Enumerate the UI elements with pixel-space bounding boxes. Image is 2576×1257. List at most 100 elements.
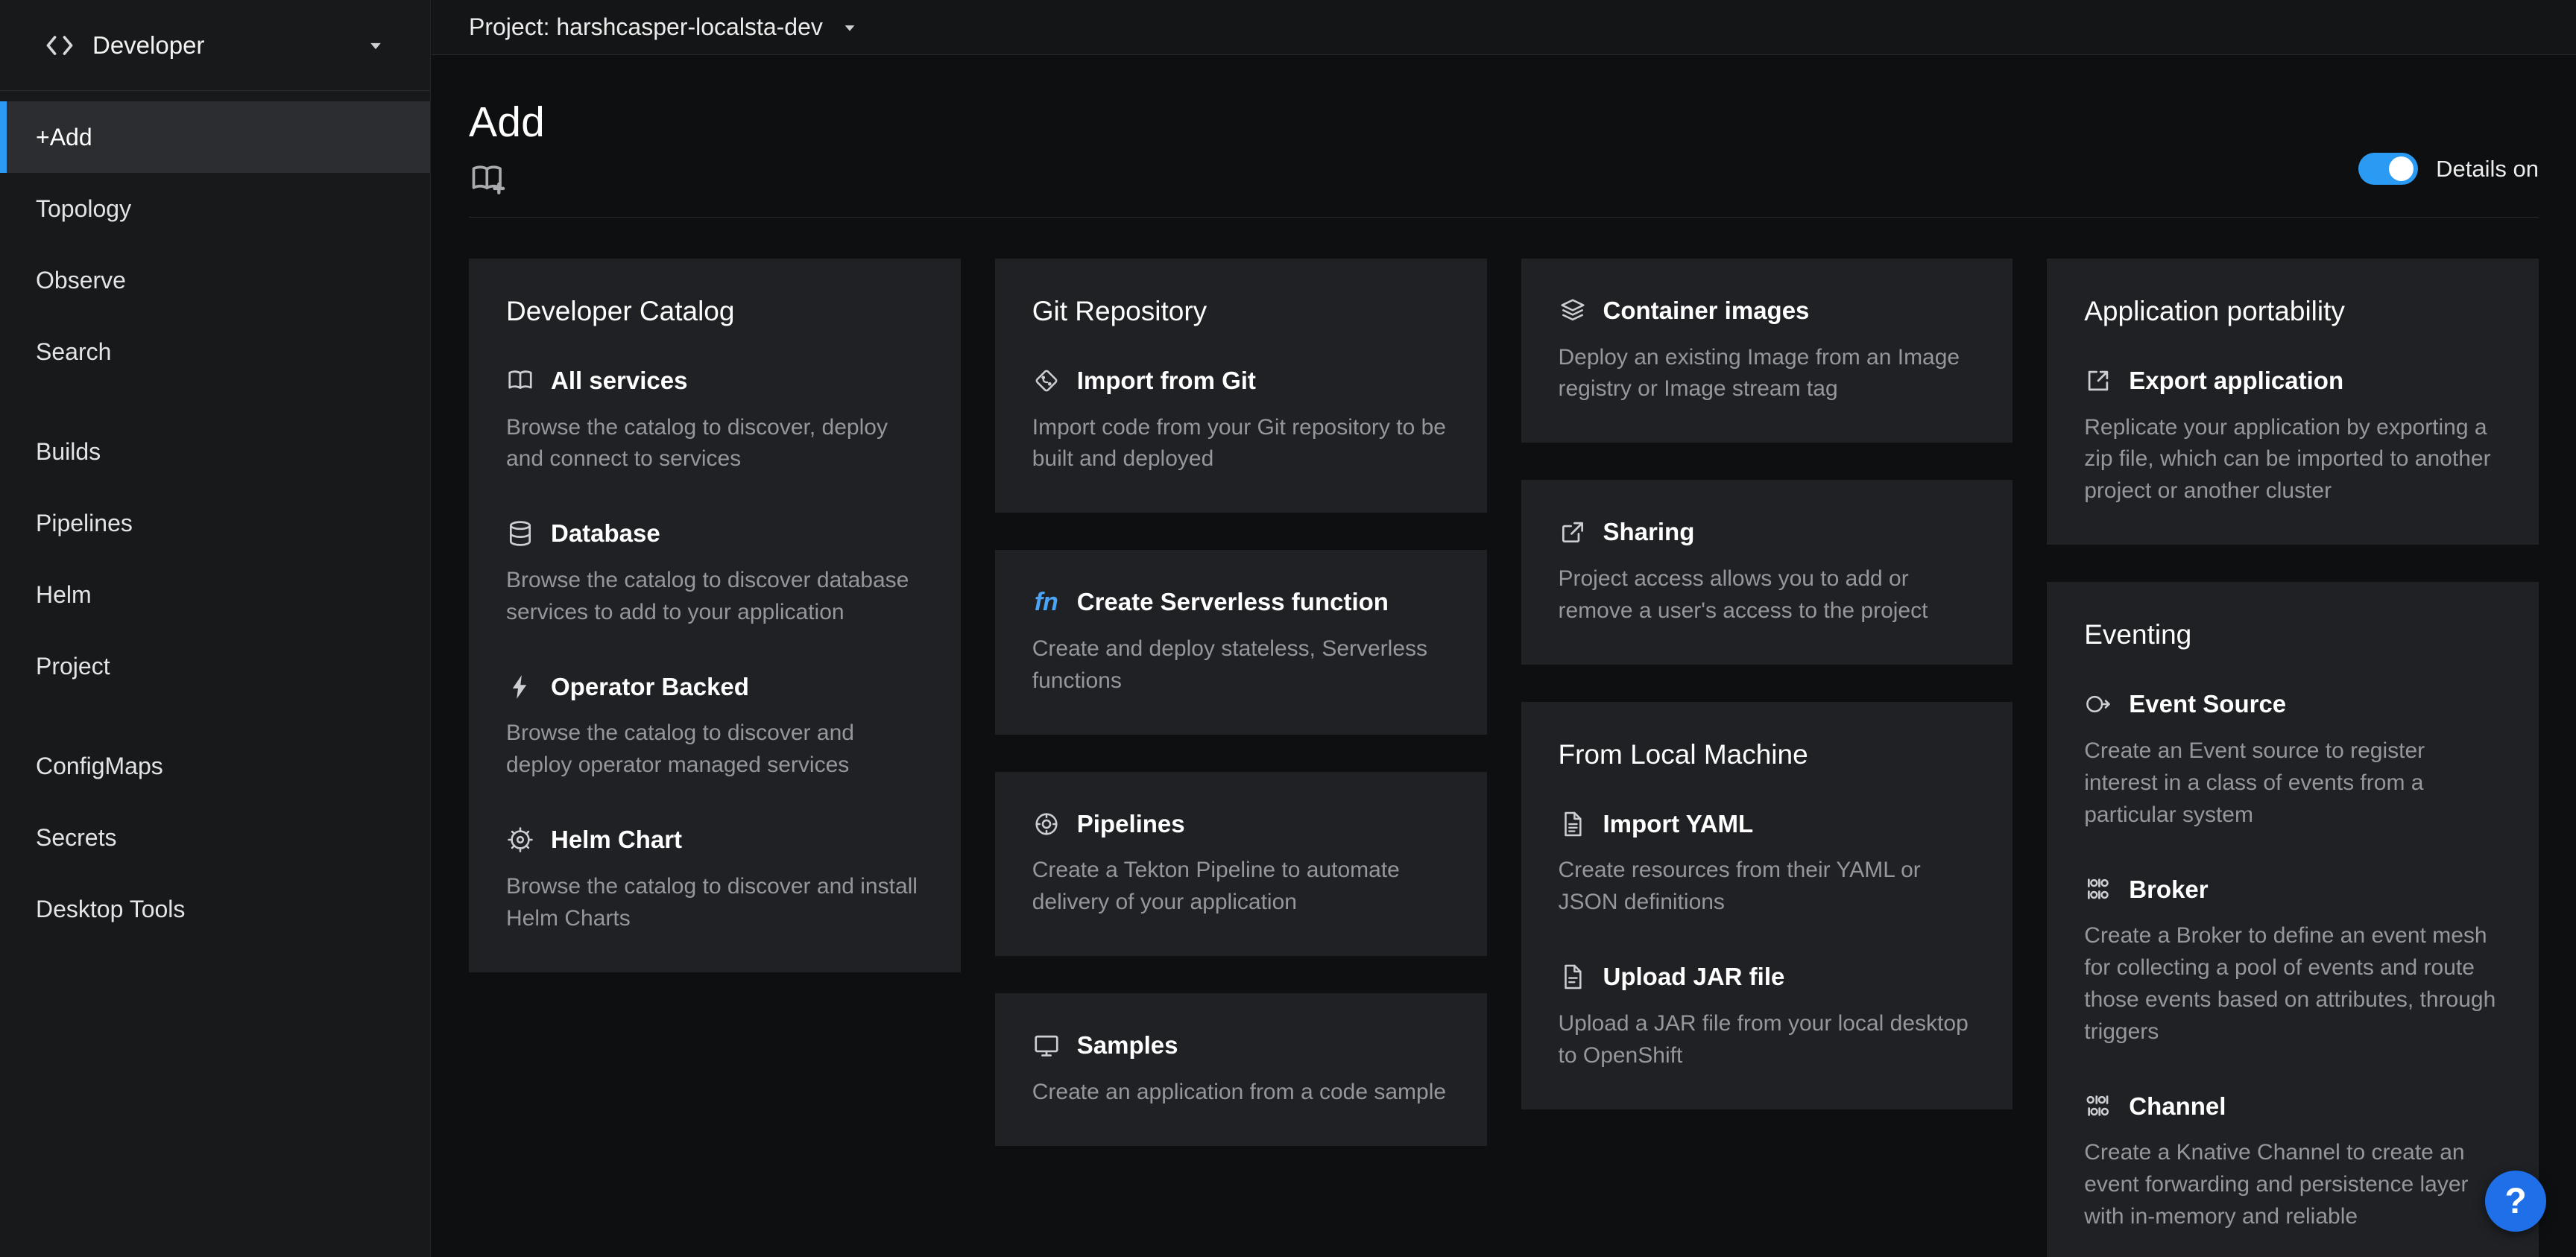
details-toggle[interactable] (2358, 153, 2418, 185)
grid-column-3: Container images Deploy an existing Imag… (1521, 259, 2013, 1109)
share-icon (1559, 518, 1587, 546)
tile-samples[interactable]: Samples Create an application from a cod… (1032, 1030, 1450, 1108)
tile-container-images[interactable]: Container images Deploy an existing Imag… (1559, 296, 1976, 405)
card-git-repository: Git Repository Import from Git Import co… (995, 259, 1487, 513)
sidebar-item-add[interactable]: +Add (0, 101, 430, 173)
tile-title: Import from Git (1077, 366, 1256, 396)
sidebar-item-helm[interactable]: Helm (0, 559, 430, 630)
tile-all-services[interactable]: All services Browse the catalog to disco… (506, 366, 924, 475)
tile-title: Create Serverless function (1077, 587, 1389, 617)
card-samples: Samples Create an application from a cod… (995, 993, 1487, 1145)
book-icon (506, 367, 534, 395)
git-icon (1032, 367, 1061, 395)
details-toggle-row: Details on (2358, 153, 2539, 185)
tile-description: Browse the catalog to discover, deploy a… (506, 412, 924, 476)
sidebar-item-builds[interactable]: Builds (0, 416, 430, 487)
card-title: Git Repository (1032, 296, 1450, 327)
add-page-grid: Developer Catalog All services Browse th… (469, 259, 2539, 1257)
event-source-icon (2084, 690, 2112, 718)
tile-title: Pipelines (1077, 809, 1185, 839)
tile-operator-backed[interactable]: Operator Backed Browse the catalog to di… (506, 672, 924, 782)
tile-description: Create and deploy stateless, Serverless … (1032, 633, 1450, 697)
help-button[interactable]: ? (2485, 1171, 2546, 1232)
tile-title: Export application (2129, 366, 2343, 396)
project-selector-label: Project: harshcasper-localsta-dev (469, 13, 823, 41)
sidebar-item-observe[interactable]: Observe (0, 244, 430, 316)
card-title: From Local Machine (1559, 739, 1976, 770)
sidebar-item-topology[interactable]: Topology (0, 173, 430, 244)
tile-title: Event Source (2129, 689, 2286, 719)
tile-description: Create an Event source to register inter… (2084, 735, 2501, 832)
tile-description: Browse the catalog to discover database … (506, 565, 924, 629)
tile-description: Browse the catalog to discover and deplo… (506, 718, 924, 782)
pipelines-icon (1032, 810, 1061, 838)
card-application-portability: Application portability Export applicati… (2047, 259, 2539, 545)
nav-group-1: +Add Topology Observe Search (0, 101, 430, 387)
tile-description: Upload a JAR file from your local deskto… (1559, 1008, 1976, 1072)
sidebar-item-pipelines[interactable]: Pipelines (0, 487, 430, 559)
tile-title: Import YAML (1603, 809, 1754, 839)
tile-title: All services (551, 366, 687, 396)
page-title: Add (469, 98, 2539, 147)
sidebar-item-secrets[interactable]: Secrets (0, 802, 430, 873)
grid-column-2: Git Repository Import from Git Import co… (995, 259, 1487, 1146)
sidebar-item-configmaps[interactable]: ConfigMaps (0, 730, 430, 802)
database-icon (506, 519, 534, 548)
help-button-label: ? (2504, 1181, 2526, 1222)
sidebar-item-project[interactable]: Project (0, 630, 430, 702)
bolt-icon (506, 673, 534, 701)
samples-icon (1032, 1031, 1061, 1060)
tile-title: Container images (1603, 296, 1810, 326)
card-title: Developer Catalog (506, 296, 924, 327)
nav-group-3: ConfigMaps Secrets Desktop Tools (0, 730, 430, 945)
caret-down-icon (839, 17, 860, 38)
openshift-console: Developer +Add Topology Observe Search B… (0, 0, 2576, 1257)
tile-broker[interactable]: Broker Create a Broker to define an even… (2084, 875, 2501, 1048)
project-selector[interactable]: Project: harshcasper-localsta-dev (469, 13, 860, 41)
tile-title: Broker (2129, 875, 2208, 905)
tile-create-serverless-function[interactable]: fn Create Serverless function Create and… (1032, 587, 1450, 697)
tile-helm-chart[interactable]: Helm Chart Browse the catalog to discove… (506, 825, 924, 934)
tile-description: Import code from your Git repository to … (1032, 412, 1450, 476)
helm-icon (506, 826, 534, 854)
tile-event-source[interactable]: Event Source Create an Event source to r… (2084, 689, 2501, 831)
tile-database[interactable]: Database Browse the catalog to discover … (506, 519, 924, 628)
card-developer-catalog: Developer Catalog All services Browse th… (469, 259, 961, 972)
yaml-file-icon (1559, 810, 1587, 838)
toggle-knob (2389, 156, 2414, 181)
perspective-switcher[interactable]: Developer (0, 0, 430, 91)
caret-down-icon (364, 34, 387, 57)
details-toggle-label: Details on (2436, 156, 2539, 183)
sidebar-nav: +Add Topology Observe Search Builds Pipe… (0, 91, 430, 945)
perspective-label: Developer (92, 31, 204, 60)
card-pipelines: Pipelines Create a Tekton Pipeline to au… (995, 772, 1487, 956)
tile-export-application[interactable]: Export application Replicate your applic… (2084, 366, 2501, 507)
tile-description: Create a Knative Channel to create an ev… (2084, 1137, 2501, 1233)
card-container-images: Container images Deploy an existing Imag… (1521, 259, 2013, 443)
add-page: Add Details on Developer Catalog All ser… (432, 56, 2576, 1257)
sidebar-item-desktop-tools[interactable]: Desktop Tools (0, 873, 430, 945)
tile-title: Helm Chart (551, 825, 682, 855)
tile-sharing[interactable]: Sharing Project access allows you to add… (1559, 517, 1976, 627)
tile-import-from-git[interactable]: Import from Git Import code from your Gi… (1032, 366, 1450, 475)
grid-column-4: Application portability Export applicati… (2047, 259, 2539, 1257)
card-serverless-function: fn Create Serverless function Create and… (995, 550, 1487, 734)
card-sharing: Sharing Project access allows you to add… (1521, 480, 2013, 664)
tile-upload-jar-file[interactable]: Upload JAR file Upload a JAR file from y… (1559, 962, 1976, 1071)
sidebar-item-search[interactable]: Search (0, 316, 430, 387)
tile-pipelines[interactable]: Pipelines Create a Tekton Pipeline to au… (1032, 809, 1450, 919)
page-header: Add Details on (469, 56, 2539, 218)
tile-title: Samples (1077, 1030, 1178, 1060)
tile-title: Sharing (1603, 517, 1695, 547)
tile-title: Upload JAR file (1603, 962, 1785, 992)
tile-description: Create an application from a code sample (1032, 1077, 1450, 1109)
grid-column-1: Developer Catalog All services Browse th… (469, 259, 961, 972)
tile-description: Browse the catalog to discover and insta… (506, 871, 924, 935)
jar-file-icon (1559, 963, 1587, 991)
export-icon (2084, 367, 2112, 395)
tile-title: Channel (2129, 1092, 2226, 1121)
tile-channel[interactable]: Channel Create a Knative Channel to crea… (2084, 1092, 2501, 1233)
tile-description: Deploy an existing Image from an Image r… (1559, 342, 1976, 406)
channel-icon (2084, 1092, 2112, 1120)
tile-import-yaml[interactable]: Import YAML Create resources from their … (1559, 809, 1976, 919)
